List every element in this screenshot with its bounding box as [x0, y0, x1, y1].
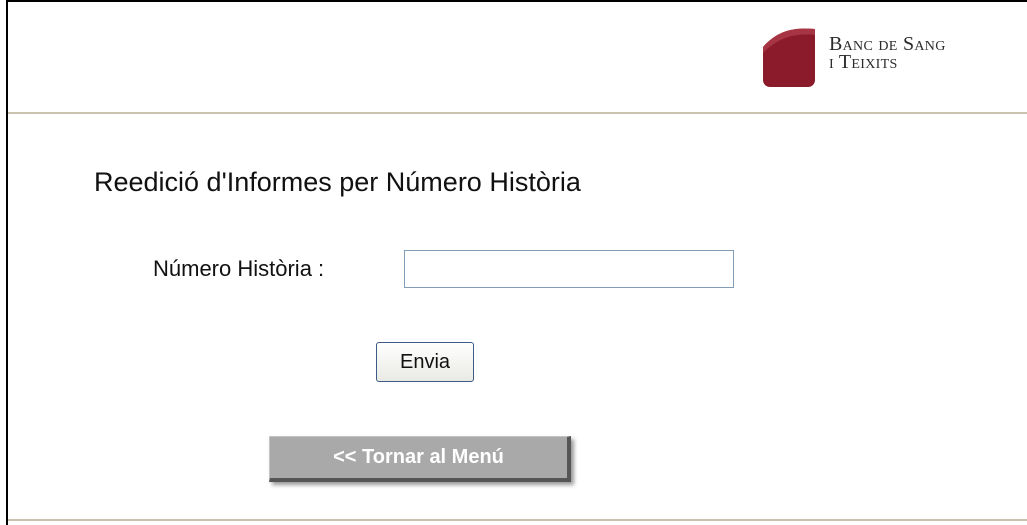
envia-button[interactable]: Envia: [376, 342, 474, 382]
numero-historia-label: Número Història :: [153, 256, 325, 281]
numero-historia-input[interactable]: [404, 250, 734, 288]
logo-line-2: i Teixits: [829, 51, 898, 73]
bottom-divider: [8, 519, 1027, 521]
header: Banc de Sang i Teixits: [8, 2, 1027, 114]
logo-text: Banc de Sang i Teixits: [829, 34, 946, 73]
page-title: Reedició d'Informes per Número Història: [94, 167, 581, 197]
logo-mark-icon: [763, 23, 815, 87]
page-frame: Banc de Sang i Teixits Reedició d'Inform…: [6, 0, 1027, 525]
tornar-menu-button[interactable]: << Tornar al Menú: [269, 436, 571, 482]
bst-logo: Banc de Sang i Teixits: [763, 23, 1013, 93]
